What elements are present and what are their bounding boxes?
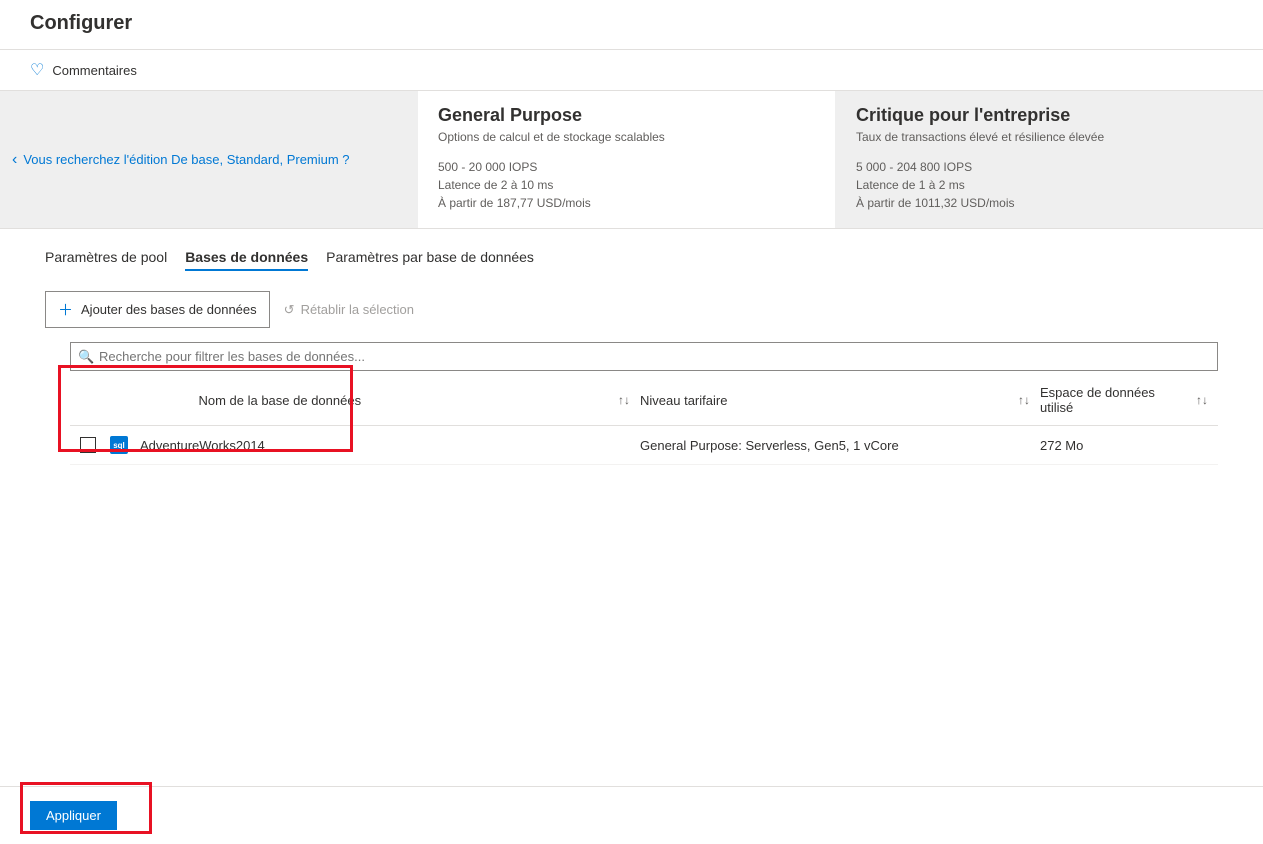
database-icon: sql (110, 436, 128, 454)
tier-iops-business: 5 000 - 204 800 IOPS (856, 158, 1233, 176)
tier-desc-business: Taux de transactions élevé et résilience… (856, 130, 1233, 144)
row-db-name: AdventureWorks2014 (140, 438, 265, 453)
col-header-name[interactable]: Nom de la base de données (198, 393, 361, 408)
sort-icon[interactable]: ↑↓ (1196, 393, 1208, 407)
tier-iops-general: 500 - 20 000 IOPS (438, 158, 815, 176)
table-row[interactable]: sql AdventureWorks2014 General Purpose: … (70, 426, 1218, 465)
tab-pool-settings[interactable]: Paramètres de pool (45, 249, 167, 271)
databases-table: Nom de la base de données ↑↓ Niveau tari… (70, 375, 1218, 465)
tier-latency-business: Latence de 1 à 2 ms (856, 176, 1233, 194)
footer: Appliquer (0, 786, 1263, 844)
feedback-label: Commentaires (52, 63, 137, 78)
tier-back-cell: ‹ Vous recherchez l'édition De base, Sta… (0, 91, 418, 228)
tab-per-database[interactable]: Paramètres par base de données (326, 249, 534, 271)
chevron-left-icon: ‹ (12, 151, 17, 169)
toolbar: ＋ Ajouter des bases de données ↺ Rétabli… (45, 291, 1218, 328)
back-editions-label: Vous recherchez l'édition De base, Stand… (23, 152, 349, 167)
undo-icon: ↺ (284, 302, 295, 318)
page-title: Configurer (0, 0, 1263, 50)
tier-latency-general: Latence de 2 à 10 ms (438, 176, 815, 194)
apply-button[interactable]: Appliquer (30, 801, 117, 830)
reset-selection-button: ↺ Rétablir la sélection (284, 302, 414, 318)
tier-card-business[interactable]: Critique pour l'entreprise Taux de trans… (836, 91, 1254, 228)
reset-selection-label: Rétablir la sélection (301, 302, 414, 317)
tier-price-business: À partir de 1011,32 USD/mois (856, 194, 1233, 212)
tab-databases[interactable]: Bases de données (185, 249, 308, 271)
heart-icon: ♡ (30, 60, 44, 80)
add-databases-button[interactable]: ＋ Ajouter des bases de données (45, 291, 270, 328)
back-editions-link[interactable]: ‹ Vous recherchez l'édition De base, Sta… (12, 151, 350, 169)
row-checkbox[interactable] (80, 437, 96, 453)
feedback-link[interactable]: ♡ Commentaires (0, 50, 1263, 91)
search-icon: 🔍 (78, 349, 94, 365)
sort-icon[interactable]: ↑↓ (618, 393, 630, 407)
col-header-tier[interactable]: Niveau tarifaire (640, 393, 727, 408)
tier-card-general[interactable]: General Purpose Options de calcul et de … (418, 91, 836, 228)
tier-selector: ‹ Vous recherchez l'édition De base, Sta… (0, 91, 1263, 229)
tabs: Paramètres de pool Bases de données Para… (45, 249, 1218, 271)
tier-title-general: General Purpose (438, 105, 815, 126)
tier-price-general: À partir de 187,77 USD/mois (438, 194, 815, 212)
add-databases-label: Ajouter des bases de données (81, 302, 257, 317)
sort-icon[interactable]: ↑↓ (1018, 393, 1030, 407)
search-input[interactable] (70, 342, 1218, 371)
tier-title-business: Critique pour l'entreprise (856, 105, 1233, 126)
row-db-tier: General Purpose: Serverless, Gen5, 1 vCo… (640, 438, 1040, 453)
col-header-space[interactable]: Espace de données utilisé (1040, 385, 1190, 415)
tier-desc-general: Options de calcul et de stockage scalabl… (438, 130, 815, 144)
plus-icon: ＋ (58, 299, 73, 320)
row-db-space: 272 Mo (1040, 438, 1218, 453)
